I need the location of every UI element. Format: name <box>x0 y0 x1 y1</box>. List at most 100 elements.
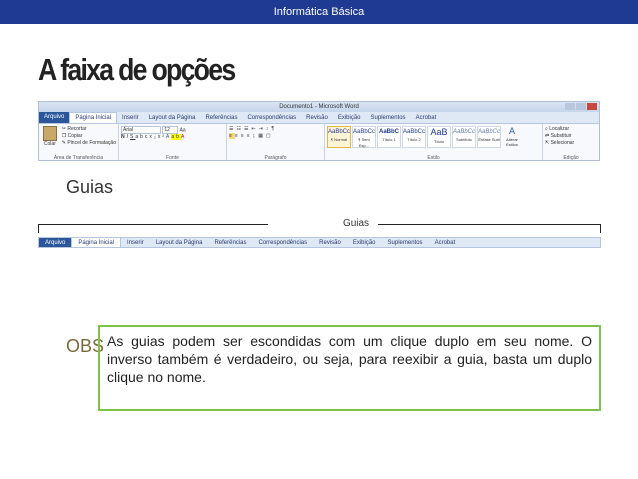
style-name: Título <box>433 139 444 144</box>
ribbon-groups: Colar ✂ Recortar ❐ Copiar ✎ Pincel de Fo… <box>39 124 599 161</box>
window-controls <box>565 103 597 110</box>
style-item[interactable]: AaB Título <box>427 126 451 148</box>
style-name: Título 2 <box>407 137 421 142</box>
tab-exibicao[interactable]: Exibição <box>347 240 382 246</box>
style-name: Ênfase Sutil <box>478 137 500 142</box>
font-name-value: Arial <box>123 127 134 133</box>
section-heading: Guias <box>66 177 114 197</box>
group-clipboard: Colar ✂ Recortar ❐ Copiar ✎ Pincel de Fo… <box>39 124 119 161</box>
ribbon-tab-row: Arquivo Página Inicial Inserir Layout da… <box>39 112 599 124</box>
style-preview: AaBbCc <box>478 129 501 135</box>
slide-title: A faixa de opções <box>38 52 236 87</box>
tab-correspondencias[interactable]: Correspondências <box>252 240 313 246</box>
subscript-icon[interactable]: x₂ <box>149 134 157 140</box>
tab-referencias[interactable]: Referências <box>208 240 252 246</box>
tab-pagina-inicial[interactable]: Página Inicial <box>71 238 122 247</box>
style-preview: AaB <box>430 127 448 137</box>
style-item[interactable]: AaBbCc Título 2 <box>402 126 426 148</box>
style-preview: AaBbCc <box>328 129 351 135</box>
word-titlebar: Documento1 - Microsoft Word <box>39 102 599 112</box>
tab-revisao[interactable]: Revisão <box>313 240 347 246</box>
paste-button[interactable]: Colar <box>41 126 59 148</box>
style-item[interactable]: AaBbCc Ênfase Sutil <box>477 126 501 148</box>
tab-layout-da-pagina[interactable]: Layout da Página <box>144 115 201 121</box>
tab-pagina-inicial[interactable]: Página Inicial <box>69 112 118 123</box>
style-item[interactable]: AaBbCc ¶ Sem Esp... <box>352 126 376 148</box>
tab-arquivo[interactable]: Arquivo <box>39 238 72 247</box>
font-size-select[interactable]: 12 <box>162 126 179 134</box>
change-styles-icon: A <box>508 126 515 136</box>
shading-icon[interactable]: ▦ <box>258 133 266 139</box>
find-label: Localizar <box>549 126 570 132</box>
style-item[interactable]: AaBbC Título 1 <box>377 126 401 148</box>
copy-button[interactable]: ❐ Copiar <box>62 133 116 140</box>
brush-icon: ✎ <box>61 140 66 146</box>
replace-label: Substituir <box>550 133 572 139</box>
style-name: ¶ Normal <box>330 137 348 142</box>
find-button[interactable]: ⌕ Localizar <box>545 126 597 133</box>
tab-acrobat[interactable]: Acrobat <box>429 240 462 246</box>
binoculars-icon: ⌕ <box>545 126 548 132</box>
close-icon[interactable] <box>587 103 597 110</box>
font-color-icon[interactable]: A <box>181 134 186 140</box>
replace-icon: ⇄ <box>545 133 550 139</box>
group-label-font: Fonte <box>166 155 179 161</box>
group-label-editing: Edição <box>563 155 579 161</box>
tab-suplementos[interactable]: Suplementos <box>382 240 429 246</box>
obs-note-box: As guias podem ser escondidas com um cli… <box>98 325 601 411</box>
select-label: Selecionar <box>550 140 575 146</box>
style-item[interactable]: AaBbCc ¶ Normal <box>327 126 351 148</box>
bracket-right-tick <box>600 224 601 233</box>
strikethrough-icon[interactable]: abc <box>135 134 149 140</box>
tab-suplementos[interactable]: Suplementos <box>366 115 411 121</box>
font-size-value: 12 <box>164 127 170 133</box>
tab-referencias[interactable]: Referências <box>200 115 242 121</box>
paste-icon <box>42 126 57 141</box>
maximize-icon[interactable] <box>576 103 586 110</box>
presentation-header: Informática Básica <box>0 0 638 24</box>
style-preview: AaBbCc <box>403 129 426 135</box>
tab-acrobat[interactable]: Acrobat <box>411 115 442 121</box>
format-painter-button[interactable]: ✎ Pincel de Formatação <box>62 140 116 147</box>
change-styles-button[interactable]: A Alterar Estilos <box>502 126 522 148</box>
group-label-styles: Estilo <box>427 155 440 161</box>
tab-arquivo[interactable]: Arquivo <box>39 112 70 123</box>
copy-icon: ❐ <box>61 133 67 139</box>
tab-inserir[interactable]: Inserir <box>117 115 144 121</box>
obs-text: As guias podem ser escondidas com um cli… <box>107 333 592 385</box>
tab-correspondencias[interactable]: Correspondências <box>242 115 301 121</box>
bracket-right-line <box>378 224 601 225</box>
copy-label: Copiar <box>67 133 83 139</box>
pilcrow-icon[interactable]: ¶ <box>271 126 277 132</box>
tab-exibicao[interactable]: Exibição <box>333 115 366 121</box>
decrease-indent-icon[interactable]: ⇤ <box>251 126 258 132</box>
shrink-font-icon[interactable]: a <box>183 127 186 133</box>
style-item[interactable]: AaBbCc Subtítulo <box>452 126 476 148</box>
increase-indent-icon[interactable]: ⇥ <box>259 126 266 132</box>
collapsed-ribbon-tabs: Arquivo Página Inicial Inserir Layout da… <box>38 237 601 248</box>
tab-layout-da-pagina[interactable]: Layout da Página <box>150 240 209 246</box>
paste-label: Colar <box>43 141 56 147</box>
tab-revisao[interactable]: Revisão <box>301 115 333 121</box>
font-name-select[interactable]: Arial <box>121 126 161 134</box>
highlight-icon[interactable]: ab <box>171 134 181 141</box>
header-title: Informática Básica <box>273 6 365 18</box>
minimize-icon[interactable] <box>565 103 575 110</box>
group-font: Arial 12 Aa NISabcx₂x²AabA Fonte <box>119 124 227 161</box>
style-name: ¶ Sem Esp... <box>358 137 370 148</box>
cut-button[interactable]: ✂ Recortar <box>62 126 116 133</box>
style-name: Título 1 <box>382 137 396 142</box>
window-title: Documento1 - Microsoft Word <box>279 104 359 110</box>
change-styles-label: Alterar Estilos <box>506 137 518 147</box>
superscript-icon[interactable]: x² <box>158 134 166 140</box>
group-editing: ⌕ Localizar ⇄ Substituir ⇱ Selecionar Ed… <box>543 124 599 161</box>
numbering-icon[interactable]: ☷ <box>236 126 243 132</box>
tab-inserir[interactable]: Inserir <box>121 240 150 246</box>
group-label-clipboard: Área de Transferência <box>53 155 104 161</box>
group-label-paragraph: Parágrafo <box>264 155 287 161</box>
borders-icon[interactable]: ▢ <box>266 133 274 139</box>
group-paragraph: ☰☷☱⇤⇥↕¶ ≡≡≡≡↨▦▢ Parágrafo <box>227 124 325 161</box>
format-painter-label: Pincel de Formatação <box>67 140 116 146</box>
replace-button[interactable]: ⇄ Substituir <box>545 133 597 140</box>
select-button[interactable]: ⇱ Selecionar <box>545 140 597 147</box>
